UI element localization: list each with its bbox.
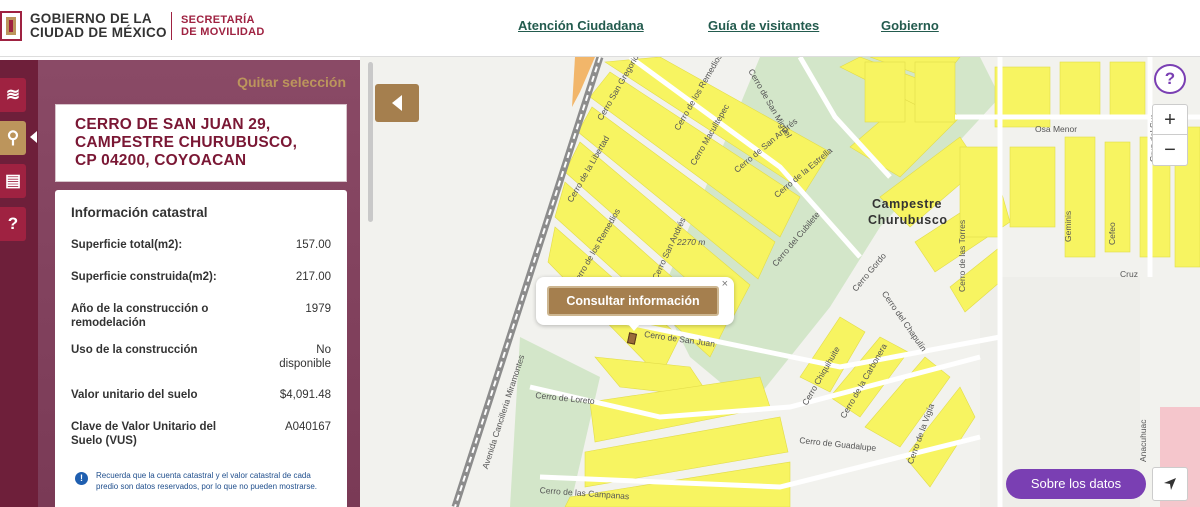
info-value: No disponible: [279, 344, 331, 370]
area-label: Churubusco: [868, 213, 948, 227]
logo-divider: [171, 12, 172, 40]
sec-line-1: SECRETARÍA: [181, 14, 255, 26]
info-label: Superficie construida(m2):: [71, 271, 217, 283]
address-line: CERRO DE SAN JUAN 29,: [75, 116, 271, 133]
zoom-control: + −: [1152, 104, 1188, 166]
privacy-note: Recuerda que la cuenta catastral y el va…: [96, 471, 318, 491]
layers-icon[interactable]: ≋: [0, 78, 26, 112]
zoom-out-button[interactable]: −: [1153, 135, 1187, 165]
address-line: CAMPESTRE CHURUBUSCO,: [75, 134, 298, 151]
info-value: 1979: [305, 303, 331, 315]
address-line: CP 04200, COYOACAN: [75, 152, 247, 169]
info-label: Valor unitario del suelo: [71, 389, 198, 401]
area-label: Campestre: [872, 197, 943, 211]
panel-scrollbar[interactable]: [368, 62, 373, 222]
left-rail: ≋ ⚲ ▤ ?: [0, 60, 38, 507]
gov-logo-text: GOBIERNO DE LA CIUDAD DE MÉXICO: [30, 12, 167, 40]
chevron-left-icon: [392, 95, 402, 111]
info-label: Clave de Valor Unitario del Suelo (VUS): [71, 421, 217, 447]
info-label: Año de la construcción o remodelación: [71, 303, 209, 329]
popup-tip: [628, 324, 640, 331]
cdmx-emblem-icon: [0, 11, 22, 41]
zoom-in-button[interactable]: +: [1153, 105, 1187, 135]
clipboard-icon[interactable]: ▤: [0, 164, 26, 198]
cadastral-info-card: Información catastral Superficie total(m…: [55, 190, 347, 507]
info-value: A040167: [284, 421, 331, 433]
street-label: Geminis: [1063, 210, 1073, 242]
street-label: Cerro de las Torres: [957, 219, 967, 292]
info-title: Información catastral: [71, 205, 208, 220]
gov-line-1: GOBIERNO DE LA: [30, 11, 152, 26]
help-icon[interactable]: ?: [0, 207, 26, 241]
side-panel: Quitar selección CERRO DE SAN JUAN 29, C…: [38, 60, 360, 507]
clear-selection-link[interactable]: Quitar selección: [237, 74, 346, 90]
info-value: 157.00: [295, 239, 331, 251]
street-label: Cefeo: [1107, 222, 1117, 245]
info-icon: !: [75, 472, 88, 485]
map-help-button[interactable]: ?: [1154, 64, 1186, 94]
secretaria-logo-text: SECRETARÍA DE MOVILIDAD: [181, 14, 265, 38]
nav-gobierno[interactable]: Gobierno: [881, 18, 939, 33]
search-icon[interactable]: ⚲: [0, 121, 26, 155]
sobre-los-datos-button[interactable]: Sobre los datos: [1006, 469, 1146, 499]
gov-line-2: CIUDAD DE MÉXICO: [30, 25, 167, 40]
sec-line-2: DE MOVILIDAD: [181, 26, 265, 38]
consultar-informacion-button[interactable]: Consultar información: [547, 286, 719, 316]
popup-close-icon[interactable]: ×: [722, 278, 728, 290]
map-canvas[interactable]: Campestre Churubusco 2270 m Cerro San Gr…: [360, 57, 1200, 507]
navigation-arrow-icon: [1164, 478, 1176, 490]
info-value: $4,091.48: [279, 389, 331, 401]
info-value: 217.00: [295, 271, 331, 283]
distance-label: 2270 m: [677, 237, 706, 247]
info-label: Uso de la construcción: [71, 344, 198, 356]
info-label: Superficie total(m2):: [71, 239, 183, 251]
locate-button[interactable]: [1152, 467, 1188, 501]
active-indicator-icon: [30, 131, 37, 143]
map-popup: × Consultar información: [536, 277, 734, 325]
nav-guia-visitantes[interactable]: Guía de visitantes: [708, 18, 819, 33]
top-header: GOBIERNO DE LA CIUDAD DE MÉXICO SECRETAR…: [0, 0, 1200, 57]
address-card: CERRO DE SAN JUAN 29, CAMPESTRE CHURUBUS…: [55, 104, 347, 182]
street-label: Anacuhuac: [1138, 419, 1148, 462]
street-label: Cruz: [1120, 269, 1138, 279]
collapse-panel-button[interactable]: [375, 84, 419, 122]
street-label: Osa Menor: [1035, 124, 1078, 134]
nav-atencion-ciudadana[interactable]: Atención Ciudadana: [518, 18, 644, 33]
